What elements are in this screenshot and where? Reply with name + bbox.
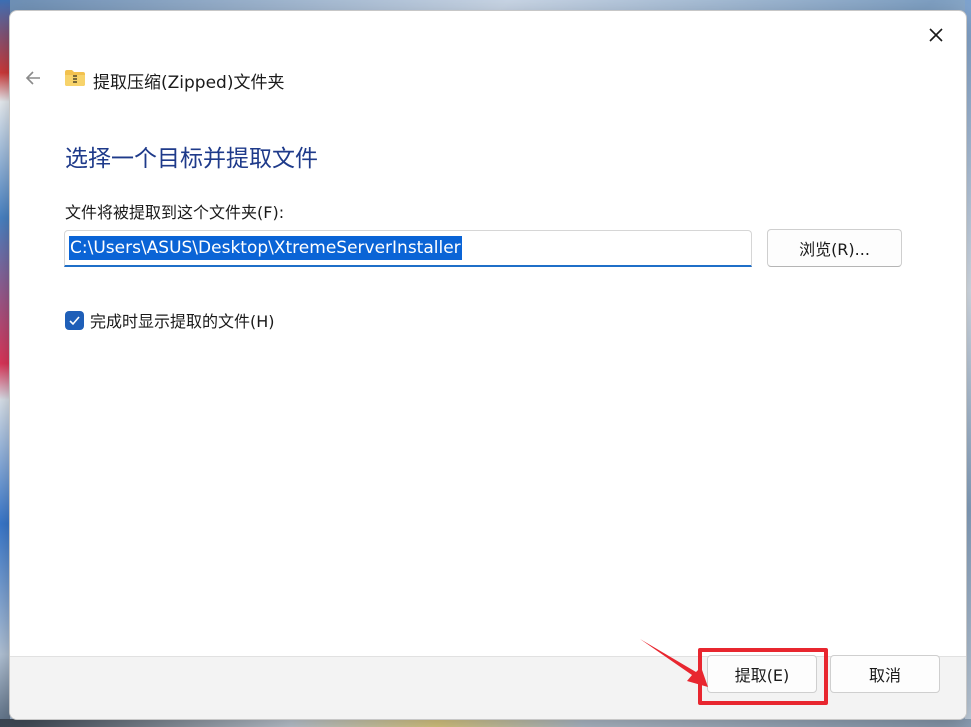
- extract-dialog: 提取压缩(Zipped)文件夹 选择一个目标并提取文件 文件将被提取到这个文件夹…: [9, 10, 967, 720]
- main-heading: 选择一个目标并提取文件: [65, 146, 318, 172]
- checkmark-icon: [69, 315, 80, 325]
- show-files-checkbox[interactable]: [65, 310, 84, 330]
- destination-path-text: C:\Users\ASUS\Desktop\XtremeServerInstal…: [69, 236, 462, 260]
- back-arrow-icon: [25, 71, 40, 85]
- browse-button[interactable]: 浏览(R)...: [767, 229, 902, 267]
- close-icon: [929, 28, 943, 42]
- cancel-button[interactable]: 取消: [830, 655, 940, 693]
- show-files-label: 完成时显示提取的文件(H): [90, 312, 275, 331]
- back-button[interactable]: [18, 63, 48, 93]
- destination-path-input[interactable]: C:\Users\ASUS\Desktop\XtremeServerInstal…: [64, 230, 752, 267]
- zip-folder-icon: [65, 70, 85, 86]
- show-files-option[interactable]: 完成时显示提取的文件(H): [65, 308, 275, 332]
- desktop-background-bottom: [0, 719, 971, 727]
- destination-label: 文件将被提取到这个文件夹(F):: [65, 203, 285, 222]
- dialog-header: 提取压缩(Zipped)文件夹: [10, 59, 966, 99]
- close-button[interactable]: [916, 17, 956, 53]
- extract-button[interactable]: 提取(E): [707, 655, 817, 693]
- window-title: 提取压缩(Zipped)文件夹: [93, 73, 285, 93]
- dialog-footer: [10, 656, 966, 719]
